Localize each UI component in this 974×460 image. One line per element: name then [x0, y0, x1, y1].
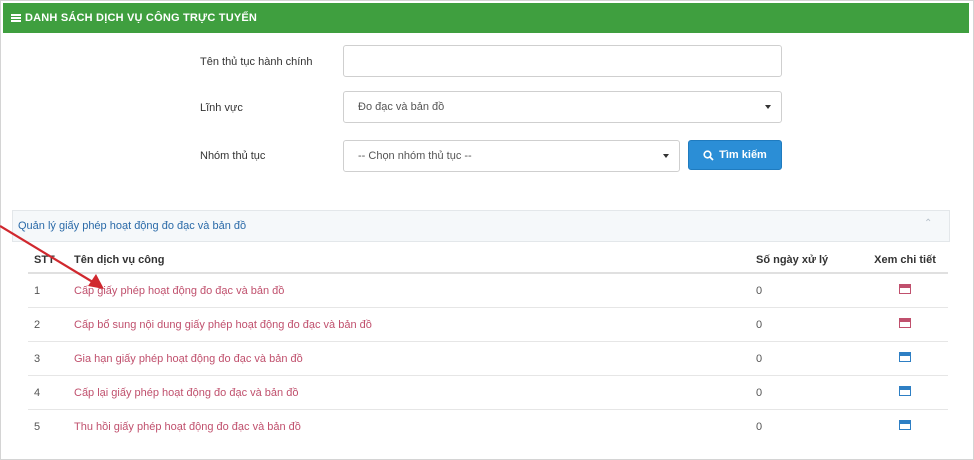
column-header-days: Số ngày xử lý — [750, 248, 862, 274]
field-select[interactable]: Đo đạc và bản đồ — [343, 91, 782, 123]
chevron-down-icon — [765, 105, 771, 109]
group-label: Nhóm thủ tục — [200, 150, 266, 162]
view-detail-cell — [862, 375, 948, 410]
view-detail-cell — [862, 409, 948, 443]
view-detail-cell — [862, 307, 948, 342]
service-link[interactable]: Gia hạn giấy phép hoạt động đo đạc và bả… — [68, 341, 750, 376]
page-title: DANH SÁCH DỊCH VỤ CÔNG TRỰC TUYẾN — [25, 12, 258, 24]
view-detail-cell — [862, 341, 948, 376]
service-link[interactable]: Thu hồi giấy phép hoạt động đo đạc và bả… — [68, 409, 750, 443]
table-row: 5 Thu hồi giấy phép hoạt động đo đạc và b… — [28, 409, 948, 443]
procedure-name-label: Tên thủ tục hành chính — [200, 56, 313, 68]
calendar-icon[interactable] — [899, 386, 911, 396]
chevron-down-icon — [663, 154, 669, 158]
service-link[interactable]: Cấp bổ sung nội dung giấy phép hoạt động… — [68, 307, 750, 342]
collapse-icon[interactable]: ⌃ — [924, 218, 932, 229]
table-row: 2 Cấp bổ sung nội dung giấy phép hoạt độn… — [28, 307, 948, 342]
search-button[interactable]: Tìm kiếm — [688, 140, 782, 170]
calendar-icon[interactable] — [899, 420, 911, 430]
service-table: STT Tên dịch vụ công Số ngày xử lý Xem c… — [28, 248, 948, 443]
column-header-detail: Xem chi tiết — [862, 248, 948, 274]
table-row: 4 Cấp lại giấy phép hoạt động đo đạc và b… — [28, 375, 948, 410]
calendar-icon[interactable] — [899, 284, 911, 294]
search-button-label: Tìm kiếm — [719, 149, 767, 161]
row-days: 0 — [750, 272, 862, 308]
row-days: 0 — [750, 375, 862, 410]
field-label: Lĩnh vực — [200, 102, 243, 114]
list-icon — [11, 14, 21, 22]
calendar-icon[interactable] — [899, 352, 911, 362]
row-days: 0 — [750, 307, 862, 342]
row-days: 0 — [750, 409, 862, 443]
row-stt: 5 — [28, 409, 68, 443]
table-row: 3 Gia hạn giấy phép hoạt động đo đạc và b… — [28, 341, 948, 376]
table-row: 1 Cấp giấy phép hoạt động đo đạc và bản đ… — [28, 272, 948, 308]
field-select-value: Đo đạc và bản đồ — [358, 101, 445, 113]
view-detail-cell — [862, 272, 948, 308]
service-link[interactable]: Cấp giấy phép hoạt động đo đạc và bản đồ — [68, 272, 750, 308]
row-stt: 2 — [28, 307, 68, 342]
row-stt: 3 — [28, 341, 68, 376]
procedure-name-input[interactable] — [343, 45, 782, 77]
group-select-value: -- Chọn nhóm thủ tục -- — [358, 150, 472, 162]
table-header-row: STT Tên dịch vụ công Số ngày xử lý Xem c… — [28, 248, 948, 274]
red-arrow-annotation — [0, 225, 104, 289]
search-icon — [703, 149, 714, 161]
row-days: 0 — [750, 341, 862, 376]
row-stt: 4 — [28, 375, 68, 410]
page-header: DANH SÁCH DỊCH VỤ CÔNG TRỰC TUYẾN — [3, 3, 969, 33]
column-header-name: Tên dịch vụ công — [68, 248, 750, 274]
group-select[interactable]: -- Chọn nhóm thủ tục -- — [343, 140, 680, 172]
service-link[interactable]: Cấp lại giấy phép hoạt động đo đạc và bả… — [68, 375, 750, 410]
calendar-icon[interactable] — [899, 318, 911, 328]
